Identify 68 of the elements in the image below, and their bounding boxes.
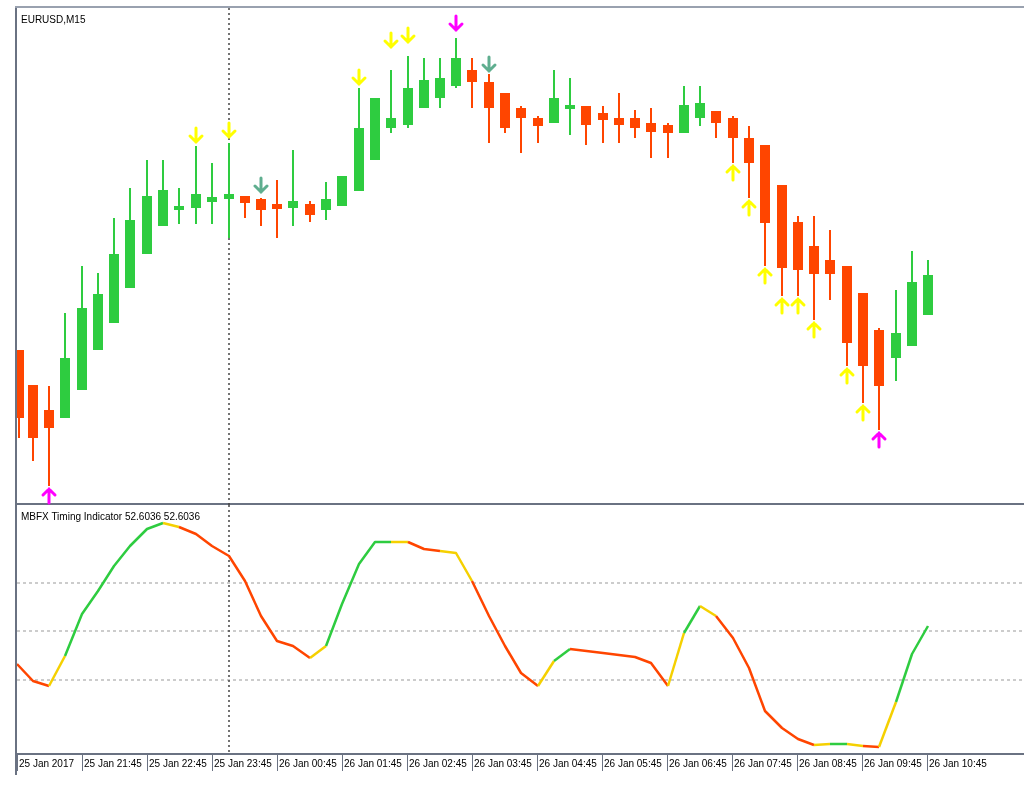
candlestick — [256, 197, 266, 227]
candlestick — [451, 37, 461, 89]
up-arrow-icon — [855, 403, 871, 422]
candlestick — [500, 92, 510, 134]
candlestick — [598, 105, 608, 144]
candlestick — [305, 200, 315, 223]
candlestick — [207, 162, 217, 225]
candlestick — [728, 115, 738, 164]
time-axis-label: 26 Jan 01:45 — [344, 758, 402, 769]
candlestick — [386, 69, 396, 134]
down-arrow-icon — [188, 126, 204, 145]
time-axis-label: 25 Jan 22:45 — [149, 758, 207, 769]
candlestick — [321, 181, 331, 221]
candlestick — [923, 259, 933, 316]
time-axis-label: 25 Jan 21:45 — [84, 758, 142, 769]
up-arrow-icon — [871, 430, 887, 449]
candlestick — [695, 85, 705, 127]
time-axis-label: 26 Jan 05:45 — [604, 758, 662, 769]
time-axis-label: 26 Jan 00:45 — [279, 758, 337, 769]
candlestick — [484, 73, 494, 144]
down-arrow-icon — [221, 121, 237, 140]
chart-symbol-label: EURUSD,M15 — [21, 13, 86, 27]
time-axis-label: 25 Jan 23:45 — [214, 758, 272, 769]
candlestick — [174, 187, 184, 225]
candlestick — [565, 77, 575, 136]
time-axis-label: 26 Jan 04:45 — [539, 758, 597, 769]
time-axis-label: 26 Jan 02:45 — [409, 758, 467, 769]
up-arrow-icon — [757, 266, 773, 285]
candlestick — [533, 115, 543, 144]
down-arrow-icon — [253, 176, 269, 195]
down-arrow-icon — [383, 31, 399, 50]
time-axis-label: 26 Jan 10:45 — [929, 758, 987, 769]
candlestick — [549, 69, 559, 124]
up-arrow-icon — [839, 366, 855, 385]
candlestick — [516, 105, 526, 154]
down-arrow-icon — [400, 26, 416, 45]
candlestick — [370, 97, 380, 161]
up-arrow-icon — [741, 198, 757, 217]
candlestick — [646, 107, 656, 159]
candlestick — [272, 179, 282, 239]
candlestick — [614, 92, 624, 144]
time-axis-label: 26 Jan 08:45 — [799, 758, 857, 769]
candlestick — [240, 195, 250, 219]
time-axis-label: 25 Jan 2017 — [19, 758, 75, 769]
candlestick — [337, 175, 347, 207]
up-arrow-icon — [41, 486, 57, 505]
candlestick — [467, 57, 477, 109]
candlestick — [419, 57, 429, 109]
time-axis-label: 26 Jan 06:45 — [669, 758, 727, 769]
down-arrow-icon — [481, 55, 497, 74]
time-axis-label: 26 Jan 03:45 — [474, 758, 532, 769]
down-arrow-icon — [448, 14, 464, 33]
candlestick — [581, 105, 591, 146]
down-arrow-icon — [351, 68, 367, 87]
candlestick — [630, 109, 640, 139]
time-axis-label: 26 Jan 07:45 — [734, 758, 792, 769]
up-arrow-icon — [806, 320, 822, 339]
up-arrow-icon — [790, 296, 806, 315]
candlestick — [158, 159, 168, 227]
up-arrow-icon — [725, 163, 741, 182]
indicator-label: MBFX Timing Indicator 52.6036 52.6036 — [21, 510, 200, 524]
candlestick — [679, 85, 689, 134]
time-axis-label: 26 Jan 09:45 — [864, 758, 922, 769]
candlestick — [663, 122, 673, 159]
up-arrow-icon — [774, 296, 790, 315]
candlestick — [711, 110, 721, 139]
candlestick — [825, 229, 835, 301]
candlestick — [435, 57, 445, 109]
